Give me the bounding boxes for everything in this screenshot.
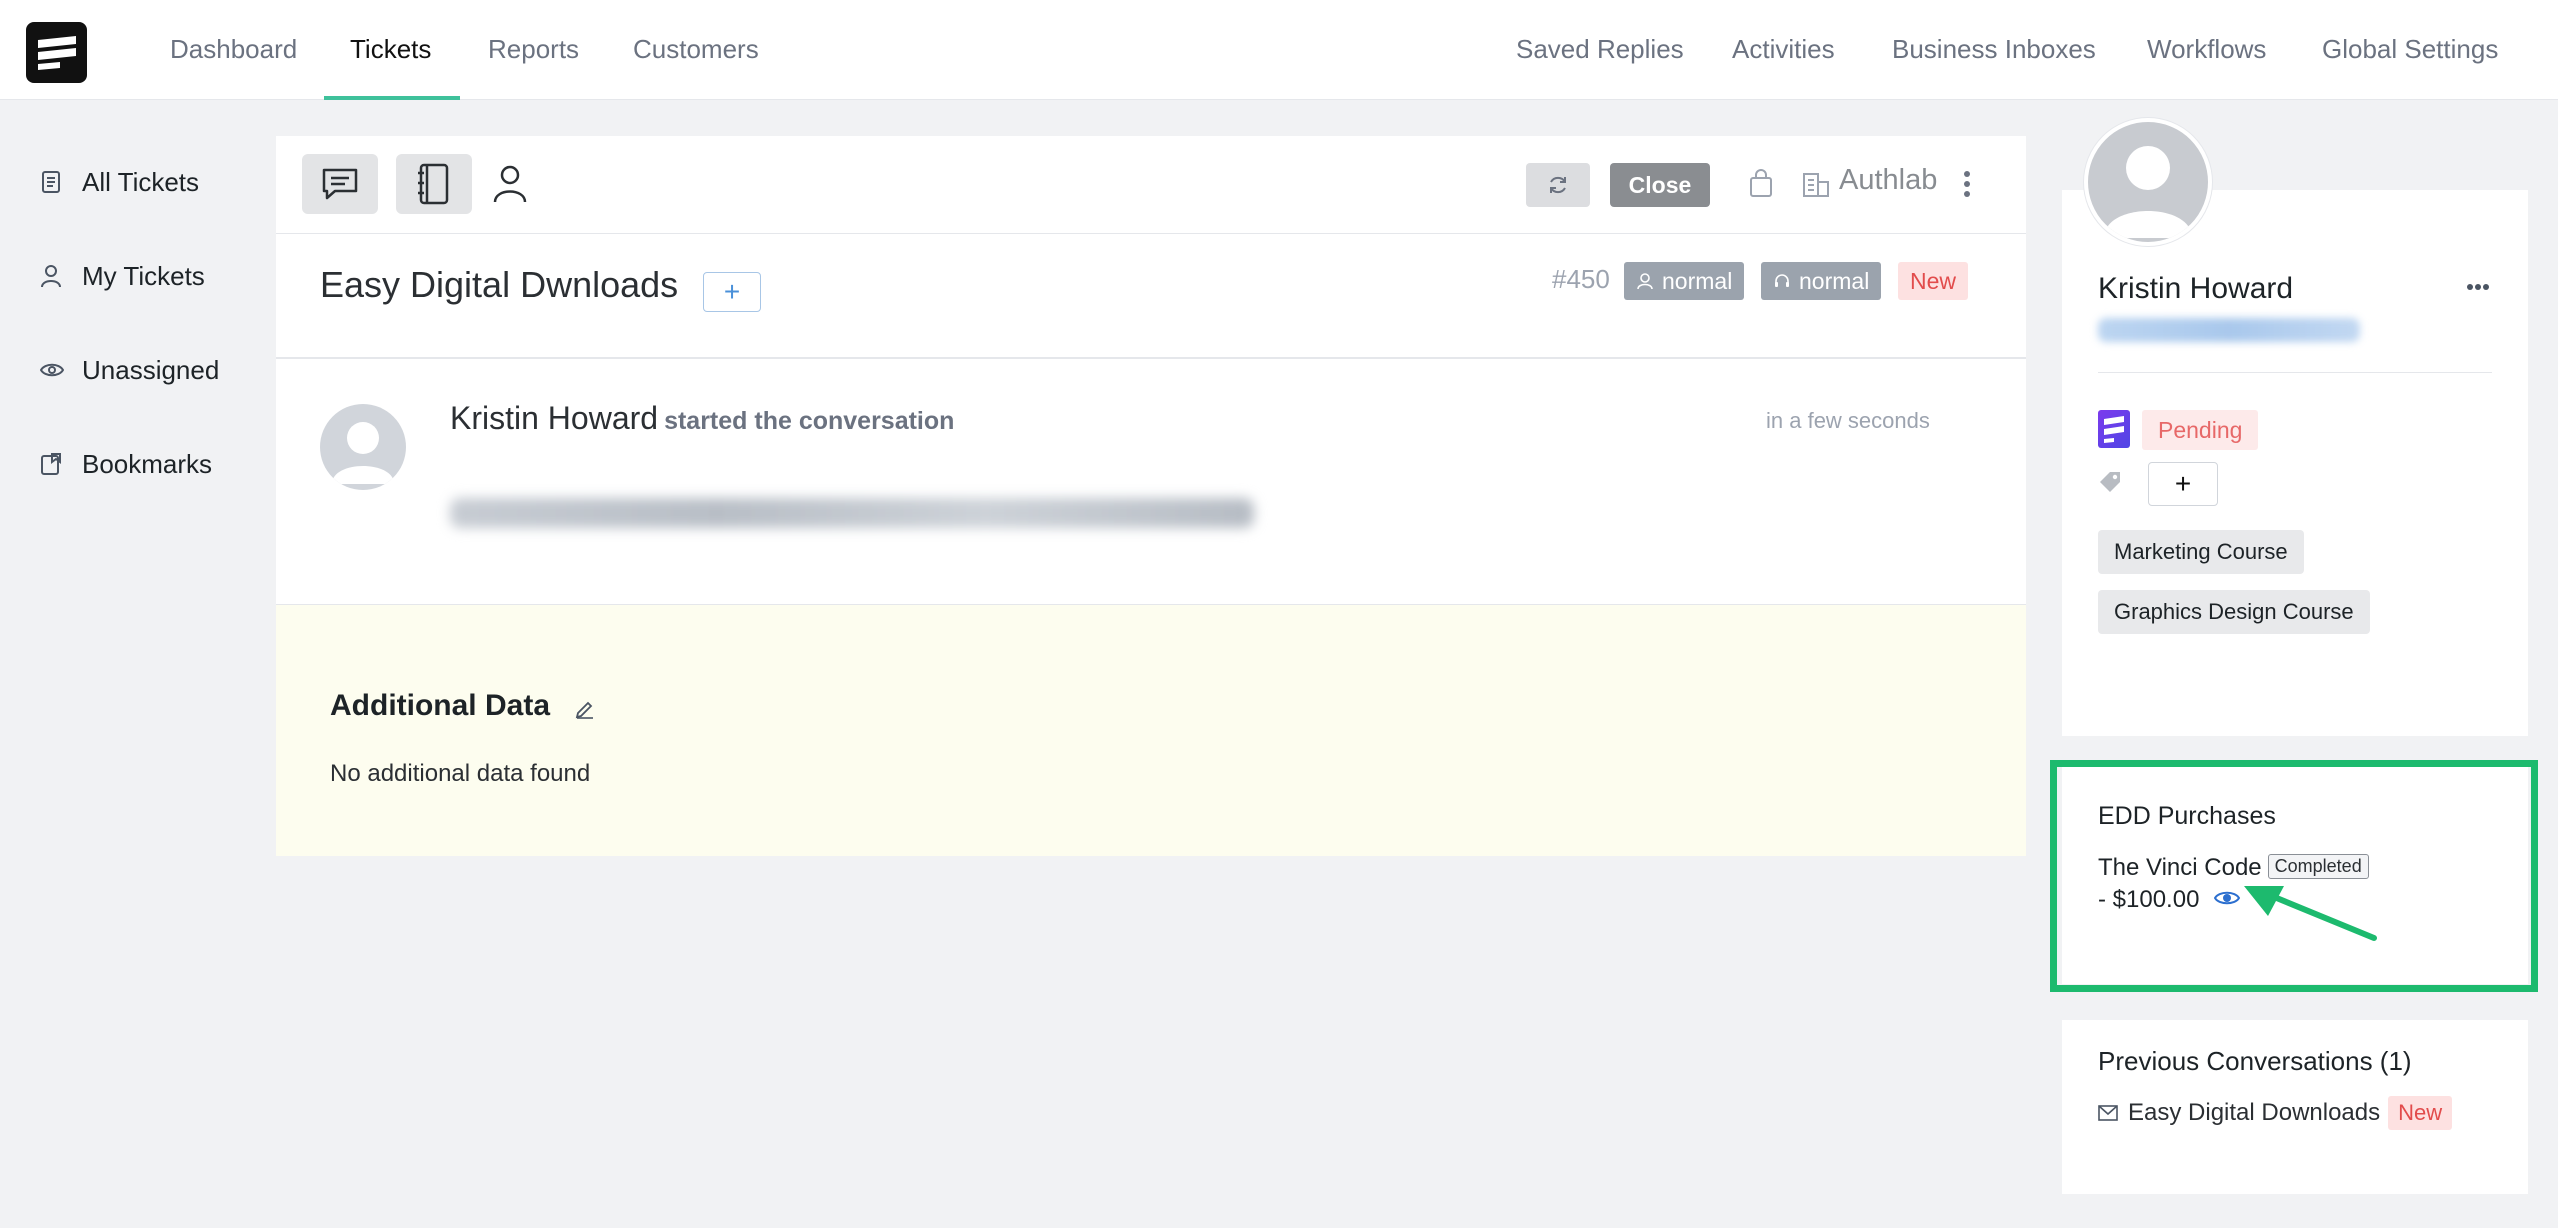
additional-data-section: Additional Data No additional data found	[276, 605, 2026, 856]
ticket-panel: Close Authlab Easy Digital Dwnloads + #4…	[276, 136, 2026, 856]
building-icon	[1802, 170, 1830, 203]
nav-business-inboxes[interactable]: Business Inboxes	[1892, 0, 2096, 100]
customer-status-badge: Pending	[2142, 410, 2259, 450]
nav-workflows[interactable]: Workflows	[2147, 0, 2266, 100]
conversation-action: started the conversation	[664, 407, 955, 435]
avatar	[320, 404, 406, 490]
headset-icon	[1775, 274, 1789, 287]
customer-profile-card: Kristin Howard Pending + Marketing Cours…	[2062, 190, 2528, 736]
refresh-icon	[1550, 176, 1566, 194]
close-ticket-button[interactable]: Close	[1610, 163, 1710, 207]
badge-label: normal	[1662, 267, 1733, 294]
shopping-bag-icon[interactable]	[1748, 168, 1774, 203]
conversation-view-button[interactable]	[302, 154, 378, 214]
sidebar-item-label: My Tickets	[82, 261, 205, 291]
nav-global-settings[interactable]: Global Settings	[2322, 0, 2498, 100]
timestamp: in a few seconds	[1766, 408, 1930, 433]
ticket-number: #450	[1552, 264, 1610, 294]
logo-icon	[38, 36, 76, 70]
notebook-icon	[418, 163, 449, 205]
redacted-message	[450, 498, 1254, 528]
empty-state-text: No additional data found	[330, 760, 591, 787]
previous-conversation-label: Easy Digital Downloads	[2128, 1099, 2381, 1126]
user-icon	[493, 165, 527, 203]
user-icon	[40, 264, 64, 288]
fluentsupport-logo-icon	[2098, 410, 2130, 448]
previous-conversations-title: Previous Conversations (1)	[2098, 1046, 2412, 1076]
sidebar-item-label: Unassigned	[82, 355, 220, 385]
nav-customers[interactable]: Customers	[633, 0, 759, 100]
sidebar-item-unassigned[interactable]: Unassigned	[40, 350, 219, 390]
sidebar-item-all-tickets[interactable]: All Tickets	[40, 162, 199, 202]
course-chip: Marketing Course	[2098, 530, 2304, 574]
customer-priority-badge: normal	[1624, 262, 1745, 300]
app-logo[interactable]	[26, 22, 87, 83]
top-navigation: Dashboard Tickets Reports Customers Save…	[0, 0, 2558, 100]
sidebar-item-label: All Tickets	[82, 167, 200, 197]
nav-activities[interactable]: Activities	[1732, 0, 1835, 100]
notes-view-button[interactable]	[396, 154, 472, 214]
author-name[interactable]: Kristin Howard	[450, 400, 658, 436]
previous-conversations-card: Previous Conversations (1) Easy Digital …	[2062, 1020, 2528, 1194]
ticket-title: Easy Digital Dwnloads	[320, 264, 679, 305]
previous-status-badge: New	[2388, 1096, 2453, 1130]
inbox-name[interactable]: Authlab	[1839, 164, 1937, 197]
sidebar-item-my-tickets[interactable]: My Tickets	[40, 256, 205, 296]
divider	[276, 357, 2026, 359]
additional-data-heading: Additional Data	[330, 689, 551, 722]
purchase-price: - $100.00	[2098, 886, 2200, 913]
course-chip: Graphics Design Course	[2098, 590, 2370, 634]
edd-purchases-title: EDD Purchases	[2098, 802, 2276, 830]
nav-reports[interactable]: Reports	[488, 0, 579, 100]
customer-avatar	[2084, 118, 2212, 246]
purchase-status-badge: Completed	[2267, 854, 2369, 879]
sidebar-item-label: Bookmarks	[82, 449, 213, 479]
envelope-icon	[2098, 1105, 2118, 1121]
conversation-header: Kristin Howard started the conversation	[450, 400, 954, 437]
ticket-toolbar: Close Authlab	[276, 136, 2026, 234]
nav-saved-replies[interactable]: Saved Replies	[1516, 0, 1684, 100]
more-horizontal-icon[interactable]	[2466, 278, 2490, 296]
more-options-icon[interactable]	[1962, 170, 1972, 203]
add-button[interactable]: +	[703, 272, 761, 312]
view-purchase-eye-icon[interactable]	[2213, 889, 2241, 912]
tag-icon	[2098, 470, 2124, 501]
customer-view-button[interactable]	[472, 154, 548, 214]
product-name: The Vinci Code	[2098, 854, 2262, 881]
sidebar-item-bookmarks[interactable]: Bookmarks	[40, 444, 212, 484]
bookmark-icon	[40, 452, 64, 476]
eye-icon	[40, 358, 64, 382]
add-tag-button[interactable]: +	[2148, 462, 2218, 506]
edd-purchases-card: EDD Purchases The Vinci Code Completed - …	[2062, 766, 2528, 984]
active-tab-indicator	[324, 96, 460, 100]
avatar-placeholder-icon	[2104, 146, 2192, 238]
redacted-email	[2098, 318, 2360, 342]
customer-name: Kristin Howard	[2098, 272, 2294, 305]
purchase-product: The Vinci Code Completed	[2098, 854, 2369, 882]
avatar-placeholder-icon	[332, 422, 394, 484]
document-icon	[40, 170, 64, 194]
edit-icon[interactable]	[574, 697, 596, 724]
previous-conversation-item[interactable]: Easy Digital Downloads New	[2098, 1096, 2453, 1130]
nav-tickets[interactable]: Tickets	[350, 0, 431, 100]
refresh-button[interactable]	[1526, 163, 1590, 207]
user-icon	[1637, 273, 1653, 290]
divider	[2098, 372, 2492, 373]
chat-icon	[322, 168, 358, 200]
badge-label: normal	[1799, 267, 1870, 294]
ticket-status-badge: New	[1898, 262, 1969, 300]
agent-priority-badge: normal	[1761, 262, 1882, 300]
nav-dashboard[interactable]: Dashboard	[170, 0, 297, 100]
